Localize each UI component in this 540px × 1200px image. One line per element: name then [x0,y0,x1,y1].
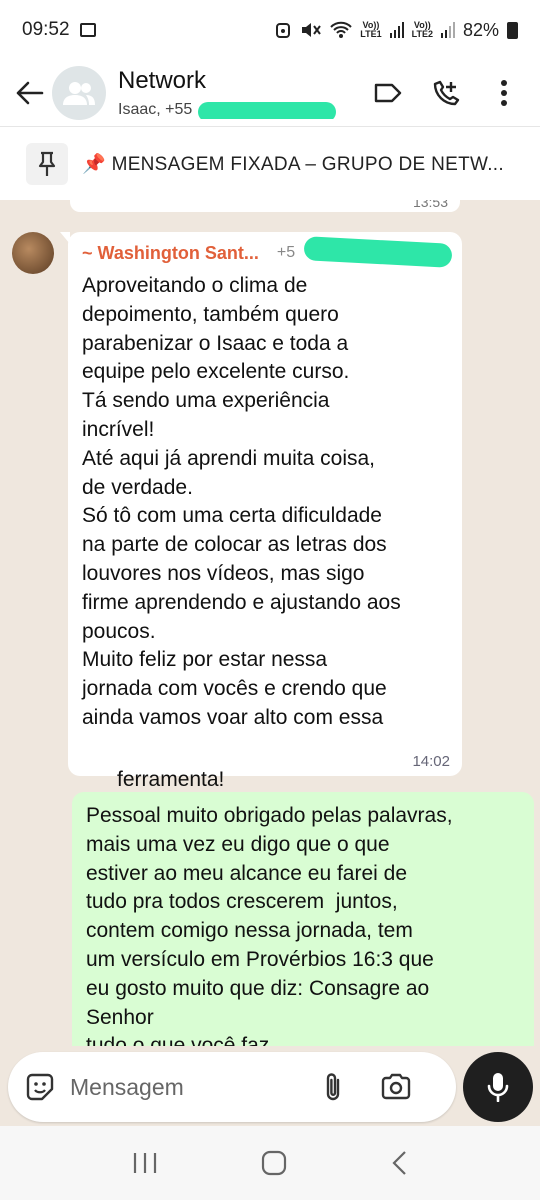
participants-text: Isaac, +55 [118,101,193,118]
recent-apps-icon[interactable] [132,1152,158,1174]
mute-icon [302,23,322,37]
pushpin-emoji: 📌 [82,153,106,175]
wifi-icon [330,21,352,38]
battery-percent: 82% [462,19,499,40]
incoming-message-bubble[interactable]: ~ Washington Sant... +5 Aproveitando o c… [60,232,462,821]
incoming-message-text: Aproveitando o clima de depoimento, tamb… [82,274,401,729]
chat-area[interactable]: 13:53 ~ Washington Sant... +5 Aproveitan… [0,200,540,1046]
status-icons: Vo)) LTE1 Vo)) LTE2 82% [274,20,518,41]
redaction-mark [303,236,453,268]
header-actions [372,77,520,109]
alarm-icon [276,23,291,38]
outgoing-message-bubble[interactable]: Pessoal muito obrigado pelas palavras, m… [72,792,534,1046]
pin-icon [26,142,68,185]
message-input[interactable] [70,1073,310,1101]
more-vert-icon[interactable] [488,77,520,109]
header-text[interactable]: Network Isaac, +55 [118,67,338,119]
sender-phone: +5 [276,244,296,261]
signal2-icon [440,22,455,38]
sim1-label: Vo)) LTE1 [360,20,382,39]
sender-name[interactable]: ~ Washington Sant... [82,243,259,264]
composer [0,1046,540,1126]
pinned-message-label: MENSAGEM FIXADA – GRUPO DE NETW... [111,153,504,175]
label-icon[interactable] [372,77,404,109]
system-navigation-bar [0,1126,540,1200]
previous-message-bubble[interactable]: 13:53 [70,200,460,212]
emoji-icon[interactable] [24,1071,56,1103]
last-line-text: ferramenta! [117,767,225,791]
group-title: Network [118,67,207,94]
pinned-message-bar[interactable]: 📌 MENSAGEM FIXADA – GRUPO DE NETW... [0,126,540,200]
camera-icon[interactable] [380,1071,412,1103]
redaction-mark [198,102,336,119]
pinned-message-text: 📌 MENSAGEM FIXADA – GRUPO DE NETW... [82,152,512,176]
sender-avatar[interactable] [12,232,54,274]
sim2-label: Vo)) LTE2 [411,20,433,39]
mic-icon [487,1073,509,1102]
paperclip-icon[interactable] [320,1071,348,1103]
back-nav-icon[interactable] [390,1150,408,1176]
previous-message-time: 13:53 [412,200,448,210]
incoming-message-time: 14:02 [412,753,450,770]
outgoing-message-text: Pessoal muito obrigado pelas palavras, m… [86,804,453,1046]
status-bar: 09:52 Vo)) LTE1 Vo)) LTE2 82% [0,0,540,60]
signal1-icon [389,22,404,38]
status-time: 09:52 [22,19,70,40]
gallery-notification-icon [79,23,96,37]
battery-icon [507,21,518,39]
home-icon[interactable] [261,1150,287,1176]
add-call-icon[interactable] [430,77,462,109]
mic-button[interactable] [463,1052,533,1122]
sender-row: ~ Washington Sant... +5 [82,236,453,268]
message-input-container[interactable] [8,1052,456,1122]
group-avatar[interactable] [52,66,106,120]
group-participants: Isaac, +55 [118,101,338,119]
group-avatar-icon [63,82,95,105]
chat-header: Network Isaac, +55 [0,60,540,126]
back-arrow-icon[interactable] [8,71,52,115]
